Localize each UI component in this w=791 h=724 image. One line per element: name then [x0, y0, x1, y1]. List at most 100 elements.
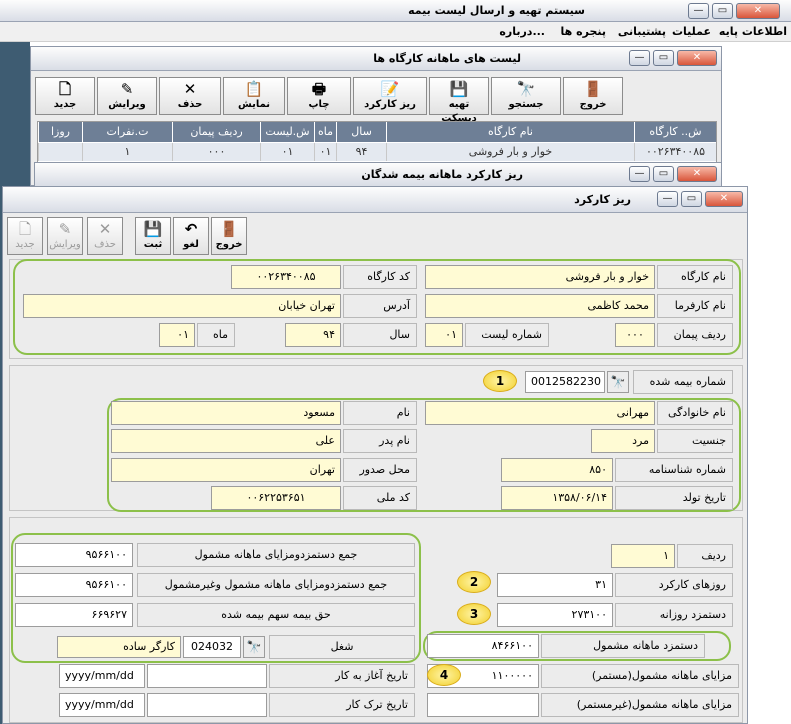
- exit-door-icon: 🚪: [583, 80, 603, 98]
- end-date-format-field[interactable]: yyyy/mm/dd: [59, 693, 145, 717]
- win3-close-button[interactable]: ✕: [705, 191, 743, 207]
- row-field[interactable]: ۱: [611, 544, 675, 568]
- share-field[interactable]: ۶۶۹۶۲۷: [15, 603, 133, 627]
- grid-row-cell[interactable]: ۱: [82, 143, 172, 161]
- father-name-field[interactable]: علی: [111, 429, 341, 453]
- grid-row-cell[interactable]: ۰۱: [260, 143, 314, 161]
- issue-place-field[interactable]: تهران: [111, 458, 341, 482]
- list-number-label: شماره لیست: [465, 323, 549, 347]
- address-field[interactable]: تهران خیابان: [23, 294, 341, 318]
- end-date-field[interactable]: [147, 693, 267, 717]
- job-label: شغل: [269, 635, 415, 659]
- printer-icon: 🖶: [311, 80, 327, 98]
- detail-icon: 📝: [380, 80, 400, 98]
- detail-button[interactable]: 📝 ریز کارکرد: [353, 77, 427, 115]
- detail-button-label: ریز کارکرد: [364, 99, 416, 110]
- print-button[interactable]: 🖶 چاپ: [287, 77, 351, 115]
- edit-icon: ✎: [120, 80, 134, 98]
- id-number-field[interactable]: ۸۵۰: [501, 458, 613, 482]
- work-days-field[interactable]: ۳۱: [497, 573, 613, 597]
- grid-row-cell[interactable]: ۰۰۰: [172, 143, 260, 161]
- work-days-label: روزهای کارکرد: [615, 573, 733, 597]
- grid-row-cell[interactable]: خوار و بار فروشی: [386, 143, 634, 161]
- app-minimize-button[interactable]: —: [688, 3, 709, 19]
- disk-button[interactable]: 💾 تهیه دیسکت: [429, 77, 489, 124]
- win1-maximize-button[interactable]: ▭: [653, 50, 674, 66]
- grid-row-cell[interactable]: ۰۰۲۶۳۴۰۰۸۵: [634, 143, 716, 161]
- win3-minimize-button[interactable]: —: [657, 191, 678, 207]
- job-code-field[interactable]: 024032: [183, 636, 241, 658]
- job-search-binoculars-icon[interactable]: 🔭: [243, 636, 265, 658]
- first-name-field[interactable]: مسعود: [111, 401, 341, 425]
- menu-item-about[interactable]: درباره...: [499, 25, 545, 38]
- national-code-field[interactable]: ۰۰۶۲۲۵۳۶۵۱: [211, 486, 341, 510]
- step-2-badge: 2: [457, 571, 491, 593]
- sum1-label: جمع دستمزدومزایای ماهانه مشمول: [137, 543, 415, 567]
- edit-button[interactable]: ✎ ویرایش: [97, 77, 157, 115]
- workshop-code-field[interactable]: ۰۰۲۶۳۴۰۰۸۵: [231, 265, 341, 289]
- end-date-label: تاریخ ترک کار: [269, 693, 415, 717]
- exit-button[interactable]: 🚪 خروج: [563, 77, 623, 115]
- workshop-name-label: نام کارگاه: [657, 265, 733, 289]
- app-close-button[interactable]: ✕: [736, 3, 780, 19]
- workshop-code-label: کد کارگاه: [343, 265, 417, 289]
- form-save-button[interactable]: 💾 ثبت: [135, 217, 171, 255]
- form-delete-button[interactable]: ✕ حذف: [87, 217, 123, 255]
- contract-row-field[interactable]: ۰۰۰: [615, 323, 655, 347]
- grid-header-cell[interactable]: ت.نفرات: [82, 122, 172, 142]
- gender-field[interactable]: مرد: [591, 429, 655, 453]
- start-date-field[interactable]: [147, 664, 267, 688]
- form-edit-button[interactable]: ✎ ویرایش: [47, 217, 83, 255]
- start-date-format-field[interactable]: yyyy/mm/dd: [59, 664, 145, 688]
- list-number-field[interactable]: ۰۱: [425, 323, 463, 347]
- grid-header-cell[interactable]: ماه: [314, 122, 336, 142]
- family-name-field[interactable]: مهرانی: [425, 401, 655, 425]
- insured-search-binoculars-icon[interactable]: 🔭: [607, 371, 629, 393]
- menu-item-windows[interactable]: پنجره ها: [561, 25, 606, 38]
- win1-minimize-button[interactable]: —: [629, 50, 650, 66]
- grid-header-cell[interactable]: روزا: [38, 122, 82, 142]
- menu-item-operations[interactable]: عملیات: [672, 25, 711, 38]
- win2-maximize-button[interactable]: ▭: [653, 166, 674, 182]
- form-exit-button[interactable]: 🚪 خروج: [211, 217, 247, 255]
- insured-number-field[interactable]: 0012582230: [525, 371, 605, 393]
- job-title-field[interactable]: کارگر ساده: [57, 636, 181, 658]
- month-label: ماه: [197, 323, 235, 347]
- employer-field[interactable]: محمد کاظمی: [425, 294, 655, 318]
- monthly-wage-label: دستمزد ماهانه مشمول: [541, 634, 705, 658]
- sum2-field[interactable]: ۹۵۶۶۱۰۰: [15, 573, 133, 597]
- grid-row-cell[interactable]: ۹۴: [336, 143, 386, 161]
- grid-header-cell[interactable]: ردیف پیمان: [172, 122, 260, 142]
- win2-close-button[interactable]: ✕: [677, 166, 717, 182]
- grid-header-cell[interactable]: ش.لیست: [260, 122, 314, 142]
- menu-item-base[interactable]: اطلاعات پایه: [719, 25, 787, 38]
- workshop-name-field[interactable]: خوار و بار فروشی: [425, 265, 655, 289]
- daily-wage-label: دستمزد روزانه: [615, 603, 733, 627]
- daily-wage-field[interactable]: ۲۷۳۱۰۰: [497, 603, 613, 627]
- form-new-button[interactable]: 🗋 جدید: [7, 217, 43, 255]
- delete-button[interactable]: ✕ حذف: [159, 77, 221, 115]
- app-maximize-button[interactable]: ▭: [712, 3, 733, 19]
- win1-close-button[interactable]: ✕: [677, 50, 717, 66]
- sum1-field[interactable]: ۹۵۶۶۱۰۰: [15, 543, 133, 567]
- grid-header-cell[interactable]: نام کارگاه: [386, 122, 634, 142]
- search-button[interactable]: 🔭 جستجو: [491, 77, 561, 115]
- grid-row-cell[interactable]: [38, 143, 82, 161]
- birth-date-field[interactable]: ۱۳۵۸/۰۶/۱۴: [501, 486, 613, 510]
- month-field[interactable]: ۰۱: [159, 323, 195, 347]
- win3-maximize-button[interactable]: ▭: [681, 191, 702, 207]
- form-save-label: ثبت: [143, 239, 163, 250]
- monthly-wage-field[interactable]: ۸۴۶۶۱۰۰: [427, 634, 539, 658]
- grid-header-cell[interactable]: سال: [336, 122, 386, 142]
- grid-row-cell[interactable]: ۰۱: [314, 143, 336, 161]
- new-button[interactable]: 🗋 جدید: [35, 77, 95, 115]
- form-undo-icon: ↶: [184, 220, 198, 238]
- menu-item-support[interactable]: پشتیبانی: [618, 25, 666, 38]
- noncontinuous-benefits-field[interactable]: [427, 693, 539, 717]
- show-button[interactable]: 📋 نمایش: [223, 77, 285, 115]
- win2-minimize-button[interactable]: —: [629, 166, 650, 182]
- menu-bar: اطلاعات پایه عملیات پشتیبانی پنجره ها در…: [0, 22, 791, 42]
- form-undo-button[interactable]: ↶ لغو: [173, 217, 209, 255]
- grid-header-cell[interactable]: ش.. کارگاه: [634, 122, 716, 142]
- year-field[interactable]: ۹۴: [285, 323, 341, 347]
